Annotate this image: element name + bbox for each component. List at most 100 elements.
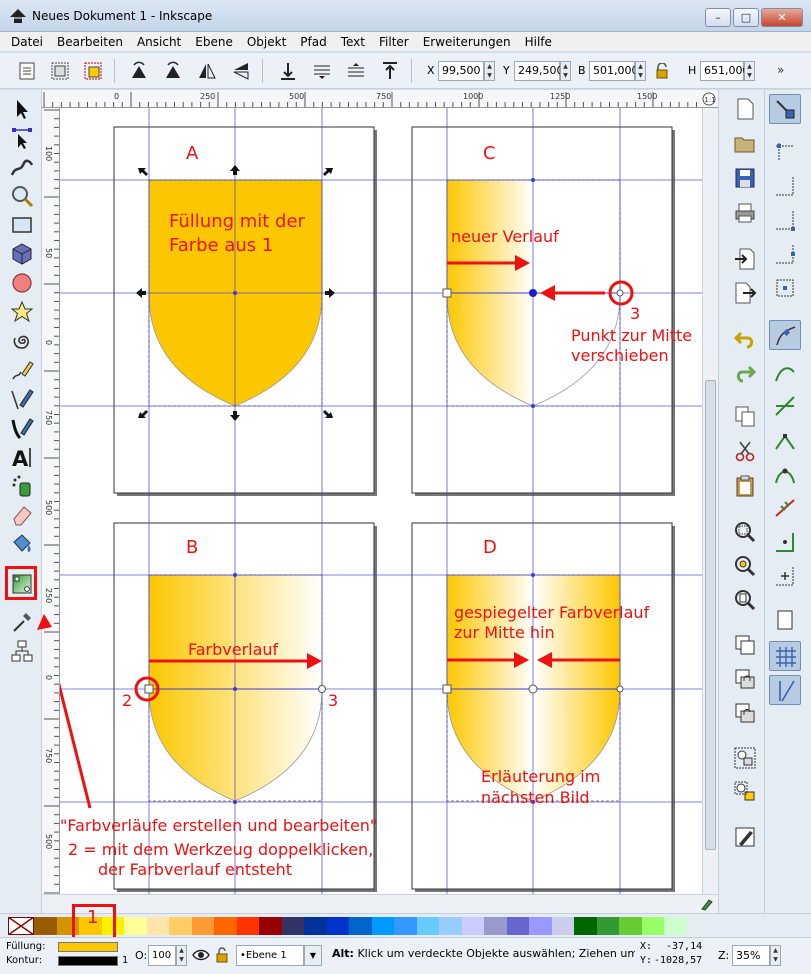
palette-swatch[interactable]	[439, 917, 462, 935]
redo-icon[interactable]	[733, 361, 757, 385]
text-tool-icon[interactable]: A	[10, 445, 34, 469]
y-spinner[interactable]: ▲ ▼	[560, 61, 571, 81]
vertical-scrollbar[interactable]	[702, 108, 718, 894]
palette-swatch[interactable]	[191, 917, 215, 935]
menu-datei[interactable]: Datei	[11, 32, 43, 51]
print-icon[interactable]	[733, 201, 757, 225]
open-icon[interactable]	[733, 132, 757, 156]
opacity-field[interactable]: 100	[148, 945, 176, 966]
snap-grid-button[interactable]	[769, 641, 801, 671]
import-icon[interactable]	[733, 247, 757, 271]
gradient-tool-button[interactable]	[5, 566, 37, 600]
copy-icon[interactable]	[733, 404, 757, 428]
paste-icon[interactable]	[733, 474, 757, 498]
menu-ansicht[interactable]: Ansicht	[137, 32, 181, 51]
palette-swatch[interactable]	[214, 917, 237, 935]
snap-bbox-edges-icon[interactable]	[773, 174, 797, 198]
snap-toggle-button[interactable]	[769, 94, 801, 124]
palette-swatch[interactable]	[371, 917, 395, 935]
menu-text[interactable]: Text	[341, 32, 365, 51]
snap-nodes-button[interactable]	[769, 320, 801, 350]
snap-bbox-icon[interactable]	[773, 140, 797, 164]
cut-icon[interactable]	[733, 439, 757, 463]
width-spinner[interactable]: ▲ ▼	[635, 61, 646, 81]
3d-box-tool-icon[interactable]	[10, 242, 34, 266]
rotate-cw-icon[interactable]	[162, 60, 184, 82]
layer-lock-icon[interactable]	[216, 947, 228, 963]
snap-paths-icon[interactable]	[773, 360, 797, 384]
clone-icon[interactable]	[733, 667, 757, 691]
palette-swatch[interactable]	[619, 917, 642, 935]
palette-swatch[interactable]	[146, 917, 170, 935]
zoom-drawing-icon[interactable]	[733, 554, 757, 578]
rectangle-tool-icon[interactable]	[10, 213, 34, 237]
palette-swatch[interactable]	[664, 917, 687, 935]
snap-intersections-icon[interactable]	[773, 394, 797, 418]
x-field[interactable]: 99,500	[438, 61, 484, 81]
palette-swatch[interactable]	[34, 917, 57, 935]
spiral-tool-icon[interactable]	[10, 329, 34, 353]
zoom-selection-icon[interactable]	[733, 520, 757, 544]
unlink-clone-icon[interactable]	[733, 701, 757, 725]
minimize-button[interactable]: –	[705, 8, 731, 27]
eraser-tool-icon[interactable]	[10, 503, 34, 527]
height-field[interactable]: 651,000	[700, 61, 750, 81]
spray-tool-icon[interactable]	[10, 474, 34, 498]
palette-swatch[interactable]	[304, 917, 327, 935]
save-icon[interactable]	[733, 166, 757, 190]
rotate-ccw-icon[interactable]	[128, 60, 150, 82]
node-tool-icon[interactable]	[10, 126, 34, 150]
ellipse-tool-icon[interactable]	[10, 271, 34, 295]
palette-swatch[interactable]	[574, 917, 597, 935]
raise-to-top-icon[interactable]	[379, 60, 401, 82]
palette-swatch[interactable]	[529, 917, 552, 935]
fill-indicator[interactable]	[58, 942, 118, 952]
palette-swatch[interactable]	[394, 917, 417, 935]
height-spinner[interactable]: ▲ ▼	[744, 61, 755, 81]
no-paint-swatch-icon[interactable]	[8, 917, 34, 935]
palette-swatch[interactable]	[349, 917, 372, 935]
paint-bucket-tool-icon[interactable]	[10, 532, 34, 556]
close-button[interactable]: ✕	[761, 8, 803, 27]
snap-page-border-icon[interactable]	[773, 608, 797, 632]
fill-stroke-icon[interactable]	[733, 825, 757, 849]
flip-horizontal-icon[interactable]	[196, 60, 218, 82]
vertical-scroll-thumb[interactable]	[705, 380, 716, 850]
calligraphy-tool-icon[interactable]	[10, 416, 34, 440]
ungroup-icon[interactable]	[733, 780, 757, 804]
snap-object-centers-icon[interactable]	[773, 530, 797, 554]
palette-swatch[interactable]	[259, 917, 282, 935]
snap-bbox-center-icon[interactable]	[773, 276, 797, 300]
tweak-tool-icon[interactable]	[10, 155, 34, 179]
zoom-tool-icon[interactable]	[10, 184, 34, 208]
zoom-page-icon[interactable]	[733, 588, 757, 612]
menu-filter[interactable]: Filter	[379, 32, 409, 51]
snap-bbox-midpoints-icon[interactable]	[773, 242, 797, 266]
undo-icon[interactable]	[733, 327, 757, 351]
snap-midpoints-icon[interactable]	[773, 496, 797, 520]
zoom-correction-icon[interactable]: 1:1	[702, 92, 716, 106]
eye-visibility-icon[interactable]	[192, 948, 210, 962]
palette-swatch[interactable]	[641, 917, 665, 935]
snap-rotation-center-icon[interactable]	[773, 564, 797, 588]
menu-objekt[interactable]: Objekt	[247, 32, 286, 51]
menu-ebene[interactable]: Ebene	[195, 32, 233, 51]
stroke-indicator[interactable]	[58, 956, 118, 966]
snap-guides-button[interactable]	[769, 675, 801, 705]
zoom-field[interactable]: 35%	[732, 945, 770, 966]
new-document-icon[interactable]	[733, 97, 757, 121]
star-tool-icon[interactable]	[10, 300, 34, 324]
deselect-icon[interactable]	[82, 60, 104, 82]
y-field[interactable]: 249,500	[514, 61, 564, 81]
menu-pfad[interactable]: Pfad	[300, 32, 326, 51]
width-field[interactable]: 501,000	[589, 61, 639, 81]
opacity-spinner[interactable]: ▲ ▼	[176, 945, 187, 966]
x-spinner[interactable]: ▲ ▼	[484, 61, 495, 81]
menu-hilfe[interactable]: Hilfe	[525, 32, 552, 51]
palette-swatch[interactable]	[551, 917, 575, 935]
more-controls-icon[interactable]: »	[777, 63, 784, 77]
palette-swatch[interactable]	[169, 917, 192, 935]
select-all-icon[interactable]	[16, 60, 38, 82]
export-icon[interactable]	[733, 281, 757, 305]
palette-swatch[interactable]	[326, 917, 350, 935]
